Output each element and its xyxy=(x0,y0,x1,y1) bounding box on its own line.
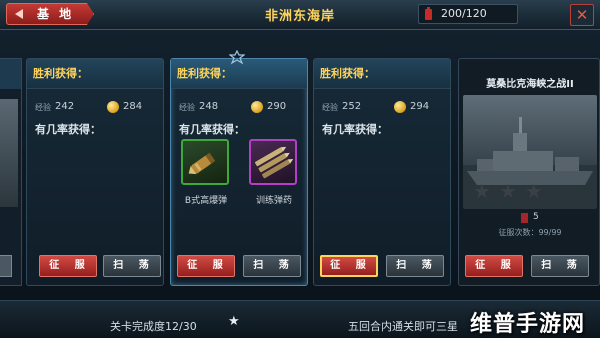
ship-stage-title: 莫桑比克海峡之战II xyxy=(486,79,574,90)
exp-label: 经验 xyxy=(179,103,195,112)
exp-label: 经验 xyxy=(35,103,51,112)
star-icon: ★ xyxy=(228,314,240,329)
back-to-base-button[interactable]: 基 地 xyxy=(6,3,94,25)
conquer-count: 征服次数：99/99 xyxy=(498,228,562,237)
emblem-icon xyxy=(229,50,245,65)
gold-value: 284 xyxy=(123,101,143,112)
three-star-hint: 五回合内通关即可三星 xyxy=(348,320,458,333)
shell-icon xyxy=(188,152,216,175)
star-icon: ★ xyxy=(524,179,543,203)
reward-item-1-label: B式高爆弹 xyxy=(184,196,228,206)
stage-card-2[interactable]: 胜利获得： 经验 248 290 有几率获得： B式高爆弹 训练弹药 征 服 扫… xyxy=(170,58,308,286)
sweep-button[interactable]: 扫 荡 xyxy=(531,255,589,277)
star-icon: ★ xyxy=(498,179,517,203)
stage-card-3[interactable]: 胜利获得： 经验 252 294 有几率获得： 征 服 扫 荡 xyxy=(313,58,451,286)
gold-coin-icon xyxy=(107,101,119,113)
energy-counter: 200/120 xyxy=(418,4,518,24)
victory-label: 胜利获得： xyxy=(314,59,450,89)
gold-value: 290 xyxy=(267,101,287,112)
conquer-button[interactable]: 征 服 xyxy=(465,255,523,277)
battery-icon xyxy=(521,213,528,223)
reward-stats: 经验 248 290 xyxy=(179,101,301,117)
gold-value: 294 xyxy=(410,101,430,112)
stage-progress: 关卡完成度12/30 xyxy=(110,320,197,333)
chance-label: 有几率获得： xyxy=(322,123,388,136)
reward-item-1[interactable] xyxy=(181,139,229,185)
chance-label: 有几率获得： xyxy=(35,123,101,136)
ammo-icon xyxy=(255,146,294,179)
page-title: 非洲东海岸 xyxy=(264,9,335,24)
top-bar: 基 地 非洲东海岸 200/120 ✕ xyxy=(0,0,600,30)
back-arrow-icon xyxy=(15,9,23,19)
gold-coin-icon xyxy=(251,101,263,113)
reward-stats: 经验 242 284 xyxy=(35,101,157,117)
ship-stage-card[interactable]: 莫桑比克海峡之战II ★ ★ ★ 5 征服次数：99/99 征 服 扫 荡 xyxy=(458,58,600,286)
sweep-button[interactable]: 扫 荡 xyxy=(243,255,301,277)
stage-card-1[interactable]: 胜利获得： 经验 242 284 有几率获得： 征 服 扫 荡 xyxy=(26,58,164,286)
conquer-button[interactable]: 征 服 xyxy=(177,255,235,277)
ship-energy-cost: 5 xyxy=(533,212,539,222)
reward-stats: 经验 252 294 xyxy=(322,101,444,117)
sweep-button[interactable]: 扫 荡 xyxy=(103,255,161,277)
exp-value: 242 xyxy=(55,101,75,112)
close-button[interactable]: ✕ xyxy=(570,4,594,26)
energy-value: 200/120 xyxy=(441,7,487,20)
victory-label: 胜利获得： xyxy=(27,59,163,89)
battery-icon xyxy=(425,7,432,20)
exp-value: 248 xyxy=(199,101,219,112)
star-rating: ★ ★ ★ xyxy=(473,179,583,203)
back-button-label: 基 地 xyxy=(37,7,75,21)
exp-value: 252 xyxy=(342,101,362,112)
reward-item-2[interactable] xyxy=(249,139,297,185)
gold-coin-icon xyxy=(394,101,406,113)
stage-card-previous[interactable] xyxy=(0,58,22,286)
sweep-button-partial[interactable] xyxy=(0,255,12,277)
exp-label: 经验 xyxy=(322,103,338,112)
reward-item-2-label: 训练弹药 xyxy=(255,196,292,206)
stage-screen: 基 地 非洲东海岸 200/120 ✕ 胜利获得： 经验 242 284 有几率… xyxy=(0,0,600,338)
conquer-button[interactable]: 征 服 xyxy=(320,255,378,277)
ship-image-partial xyxy=(0,99,18,207)
conquer-button[interactable]: 征 服 xyxy=(39,255,97,277)
sweep-button[interactable]: 扫 荡 xyxy=(386,255,444,277)
star-icon: ★ xyxy=(473,179,491,203)
chance-label: 有几率获得： xyxy=(179,123,245,136)
watermark: 维普手游网 xyxy=(470,312,586,337)
